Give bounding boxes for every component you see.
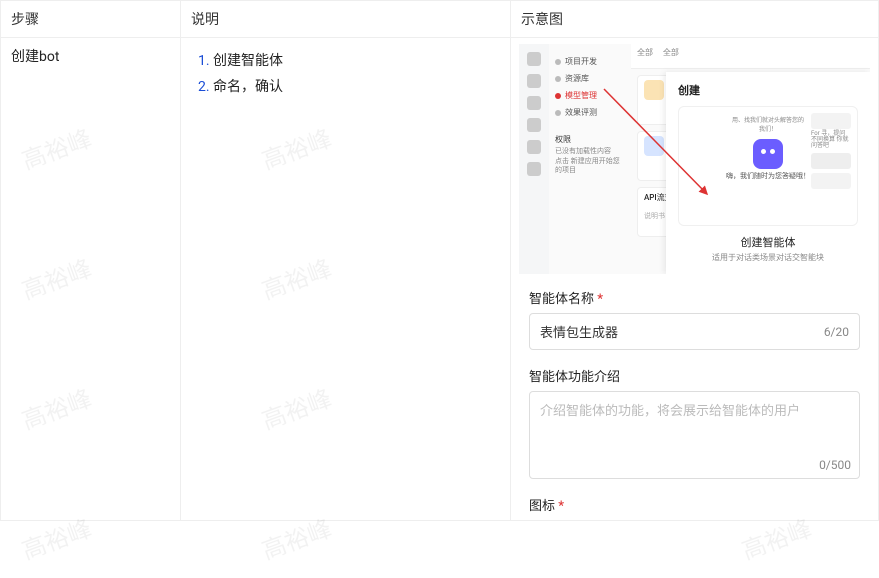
mock-create-modal: 创建 For 寻，提问不同换算 你就问答吧 用、找我们就对头解答您的我们！ 嗨，… bbox=[666, 72, 870, 274]
label-icon: 图标 * bbox=[529, 495, 860, 514]
sidebar-icon bbox=[527, 118, 541, 132]
figure-screenshot: 项目开发 资源库 模型管理 效果评测 权限 已没有加载性内容 点击 新建应用开始… bbox=[519, 44, 870, 274]
sidebar-icon bbox=[527, 162, 541, 176]
step-item: 创建智能体 bbox=[213, 50, 500, 70]
cell-step: 创建bot bbox=[1, 38, 181, 521]
sidebar-icon bbox=[527, 96, 541, 110]
form-area: 智能体名称 * 表情包生成器 6/20 智能体功能介绍 介绍智能体的功能，将会展… bbox=[519, 274, 870, 514]
label-func: 智能体功能介绍 bbox=[529, 366, 860, 385]
mock-panel: 项目开发 资源库 模型管理 效果评测 权限 已没有加载性内容 点击 新建应用开始… bbox=[549, 44, 631, 274]
doc-table: 步骤 说明 示意图 创建bot 创建智能体 命名，确认 bbox=[0, 0, 879, 521]
step-item: 命名，确认 bbox=[213, 76, 500, 96]
input-name[interactable]: 表情包生成器 6/20 bbox=[529, 313, 860, 350]
header-desc: 说明 bbox=[181, 1, 511, 38]
header-fig: 示意图 bbox=[511, 1, 879, 38]
label-name: 智能体名称 * bbox=[529, 288, 860, 307]
sidebar-icon bbox=[527, 140, 541, 154]
mock-sidebar bbox=[519, 44, 550, 274]
bot-face-icon bbox=[753, 139, 783, 169]
cell-fig: 项目开发 资源库 模型管理 效果评测 权限 已没有加载性内容 点击 新建应用开始… bbox=[511, 38, 879, 521]
textarea-func[interactable]: 介绍智能体的功能，将会展示给智能体的用户 0/500 bbox=[529, 391, 860, 479]
header-step: 步骤 bbox=[1, 1, 181, 38]
sidebar-icon bbox=[527, 52, 541, 66]
cell-desc: 创建智能体 命名，确认 bbox=[181, 38, 511, 521]
sidebar-icon bbox=[527, 74, 541, 88]
